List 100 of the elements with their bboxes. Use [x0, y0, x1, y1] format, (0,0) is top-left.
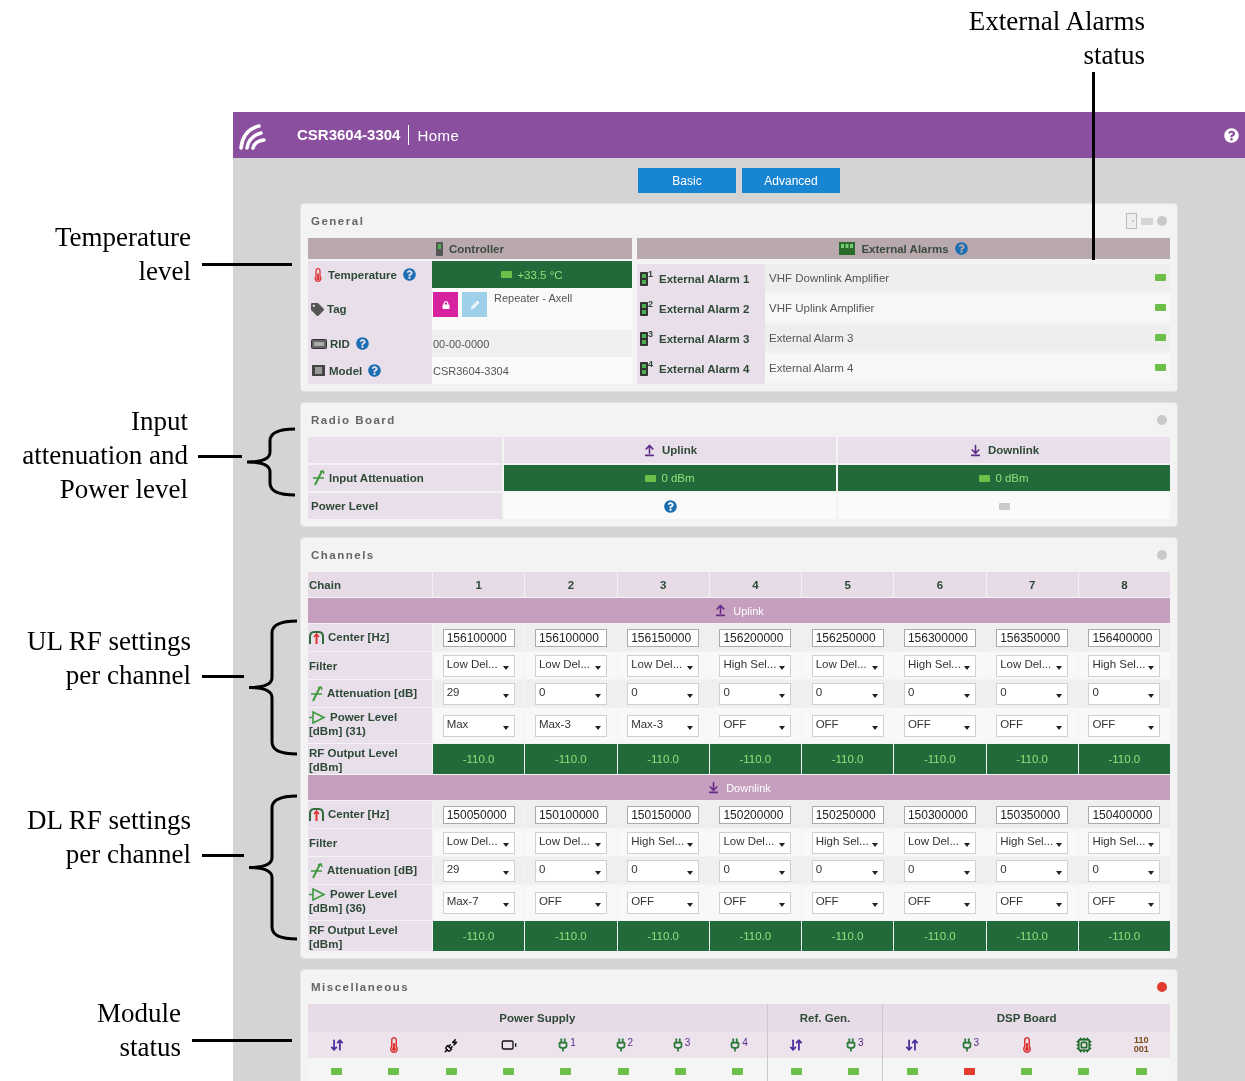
dropdown-select[interactable]: 0	[719, 859, 792, 882]
binary-icon: 110 001	[1131, 1036, 1152, 1054]
frequency-input[interactable]: 150400000	[1088, 805, 1161, 824]
frequency-input[interactable]: 156200000	[719, 628, 792, 647]
frequency-input[interactable]: 150100000	[534, 805, 607, 824]
dropdown-select[interactable]: 0	[719, 682, 792, 705]
leader-line	[202, 854, 244, 857]
dropdown-select[interactable]: Low Del...	[534, 654, 607, 677]
dropdown-select[interactable]: Max-3	[534, 714, 607, 737]
help-icon[interactable]	[355, 337, 369, 350]
help-icon[interactable]	[368, 364, 382, 377]
alarm-description: External Alarm 3	[769, 331, 854, 344]
dropdown-select[interactable]: OFF	[996, 714, 1069, 737]
frequency-input[interactable]: 150200000	[719, 805, 792, 824]
frequency-input[interactable]: 156350000	[996, 628, 1069, 647]
dropdown-select[interactable]: 29	[442, 859, 515, 882]
view-button[interactable]: Basic	[638, 168, 736, 193]
dropdown-select[interactable]: Low Del...	[996, 654, 1069, 677]
dropdown-select[interactable]: Low Del...	[903, 831, 976, 854]
dropdown-select[interactable]: High Sel...	[1088, 831, 1161, 854]
rf-output-value: -110.0	[709, 744, 801, 774]
panel-title: Miscellaneous	[311, 981, 410, 993]
dropdown-select[interactable]: 0	[903, 682, 976, 705]
dropdown-select[interactable]: High Sel...	[996, 831, 1069, 854]
dropdown-select[interactable]: 0	[996, 859, 1069, 882]
rf-output-value: -110.0	[986, 921, 1078, 951]
dropdown-select[interactable]: 0	[811, 682, 884, 705]
dropdown-select[interactable]: 0	[903, 859, 976, 882]
dropdown-select[interactable]: Max	[442, 714, 515, 737]
dropdown-select[interactable]: Low Del...	[534, 831, 607, 854]
plug-number: 4	[742, 1038, 748, 1048]
help-icon[interactable]	[954, 242, 968, 255]
dropdown-select[interactable]: OFF	[811, 891, 884, 914]
view-button[interactable]: Advanced	[742, 168, 840, 193]
lock-button[interactable]	[433, 292, 458, 317]
dropdown-select[interactable]: High Sel...	[903, 654, 976, 677]
help-icon[interactable]	[1224, 127, 1239, 143]
dropdown-select[interactable]: High Sel...	[811, 831, 884, 854]
dropdown-select[interactable]: 0	[811, 859, 884, 882]
dropdown-select[interactable]: Low Del...	[811, 654, 884, 677]
frequency-input[interactable]: 156100000	[442, 628, 515, 647]
dropdown-select[interactable]: High Sel...	[1088, 654, 1161, 677]
caret-icon	[687, 665, 694, 670]
dropdown-select[interactable]: OFF	[719, 714, 792, 737]
row-label: Input Attenuation	[308, 465, 502, 491]
help-icon[interactable]	[663, 499, 677, 513]
frequency-input[interactable]: 156250000	[811, 628, 884, 647]
dropdown-select[interactable]: Max-3	[627, 714, 700, 737]
dropdown-select[interactable]: Low Del...	[627, 654, 700, 677]
frequency-input[interactable]: 150050000	[442, 805, 515, 824]
dropdown-select[interactable]: 29	[442, 682, 515, 705]
dropdown-select[interactable]: OFF	[534, 891, 607, 914]
dropdown-select[interactable]: OFF	[1088, 891, 1161, 914]
caret-icon	[594, 870, 601, 875]
dropdown-select[interactable]: OFF	[627, 891, 700, 914]
chip-icon	[1076, 1037, 1092, 1053]
caret-icon	[502, 725, 509, 730]
dropdown-select[interactable]: 0	[534, 859, 607, 882]
dropdown-select[interactable]: OFF	[903, 891, 976, 914]
band-label: Uplink	[733, 604, 764, 617]
dropdown-select[interactable]: OFF	[1088, 714, 1161, 737]
frequency-input[interactable]: 156300000	[903, 628, 976, 647]
dropdown-select[interactable]: OFF	[903, 714, 976, 737]
frequency-input[interactable]: 150300000	[903, 805, 976, 824]
dropdown-select[interactable]: 0	[534, 682, 607, 705]
tag-value: Repeater - Axell	[494, 292, 573, 304]
dropdown-select[interactable]: 0	[627, 859, 700, 882]
frequency-input[interactable]: 156400000	[1088, 628, 1161, 647]
dropdown-select[interactable]: 0	[627, 682, 700, 705]
attenuation-value: 0 dBm	[504, 465, 836, 491]
dropdown-select[interactable]: Low Del...	[442, 831, 515, 854]
row-label: Power Level [dBm] (36)	[308, 885, 432, 920]
dropdown-select[interactable]: OFF	[719, 891, 792, 914]
frequency-input[interactable]: 150350000	[996, 805, 1069, 824]
caret-icon	[963, 693, 970, 698]
dropdown-select[interactable]: Max-7	[442, 891, 515, 914]
rf-output-value: -110.0	[433, 921, 525, 951]
dropdown-select[interactable]: Low Del...	[442, 654, 515, 677]
alarm-description: VHF Downlink Amplifier	[769, 271, 890, 284]
frequency-input[interactable]: 150150000	[627, 805, 700, 824]
caret-icon	[871, 870, 878, 875]
column-header: Downlink	[838, 437, 1170, 463]
frequency-input[interactable]: 156100000	[534, 628, 607, 647]
dropdown-select[interactable]: High Sel...	[627, 831, 700, 854]
row-label: Center [Hz]	[308, 624, 432, 651]
frequency-input[interactable]: 150250000	[811, 805, 884, 824]
dropdown-select[interactable]: 0	[1088, 682, 1161, 705]
dropdown-select[interactable]: High Sel...	[719, 654, 792, 677]
device-name: CSR3604-3304	[297, 125, 410, 145]
dropdown-select[interactable]: Low Del...	[719, 831, 792, 854]
frequency-input[interactable]: 156150000	[627, 628, 700, 647]
panel-title: Channels	[311, 549, 375, 561]
dropdown-select[interactable]: 0	[1088, 859, 1161, 882]
dropdown-select[interactable]: OFF	[811, 714, 884, 737]
dropdown-select[interactable]: 0	[996, 682, 1069, 705]
field-label: Model	[308, 357, 432, 384]
dropdown-select[interactable]: OFF	[996, 891, 1069, 914]
up-down-arrows-icon	[905, 1038, 919, 1052]
attenuator-icon	[309, 862, 324, 879]
help-icon[interactable]	[402, 268, 416, 281]
